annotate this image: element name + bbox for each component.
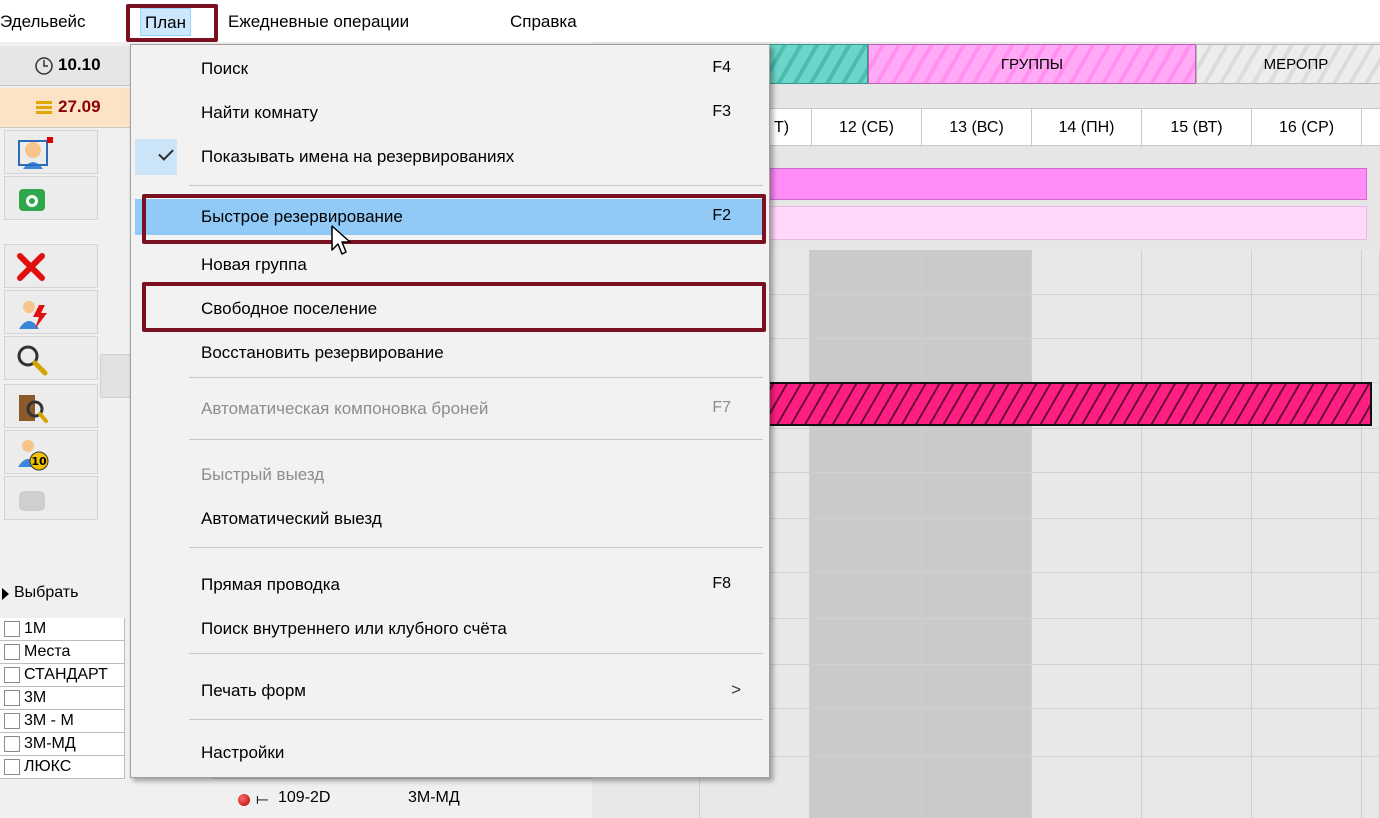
quick-action-button[interactable] [4, 290, 98, 334]
guest-button[interactable] [4, 130, 98, 174]
date-cell: 13 (ВС) [922, 109, 1032, 147]
guests-count-button[interactable]: 10 [4, 430, 98, 474]
menu-separator [189, 719, 763, 720]
menu-item-find-account[interactable]: Поиск внутреннего или клубного счёта [135, 611, 765, 647]
menu-separator [189, 439, 763, 440]
room-number: 109-2D [278, 789, 331, 806]
checkbox[interactable] [4, 644, 20, 660]
menu-daily-operations[interactable]: Ежедневные операции [224, 8, 413, 36]
checkbox[interactable] [4, 713, 20, 729]
cross-icon [17, 253, 45, 281]
menu-item-auto-compose[interactable]: Автоматическая компоновка броней F7 [135, 391, 765, 427]
door-search-button[interactable] [4, 384, 98, 428]
menu-item-show-names[interactable]: Показывать имена на резервированиях [135, 139, 765, 175]
grid-column-weekend [810, 250, 922, 818]
date-cell: 16 (СР) [1252, 109, 1362, 147]
room-type: 3М-МД [408, 789, 460, 806]
room-type-row[interactable]: Места [0, 641, 125, 664]
room-type-row[interactable]: ЛЮКС [0, 756, 125, 779]
mouse-pointer-icon [331, 225, 351, 255]
date-value: 27.09 [58, 97, 101, 116]
choose-label: Выбрать [14, 584, 79, 601]
phone-button[interactable] [4, 176, 98, 220]
chevron-right-icon: > [731, 680, 741, 699]
grid-column [1252, 250, 1362, 818]
search-icon [17, 345, 48, 376]
phone-disabled-icon [19, 491, 45, 511]
menu-item-new-group[interactable]: Новая группа [135, 247, 765, 283]
menu-separator [189, 653, 763, 654]
menu-separator [189, 377, 763, 378]
tab-groups[interactable]: ГРУППЫ [868, 44, 1196, 84]
menu-item-print-forms[interactable]: Печать форм > [135, 673, 765, 709]
menu-separator [189, 185, 763, 186]
room-type-row[interactable]: 1М [0, 618, 125, 641]
room-type-row[interactable]: 3М-МД [0, 733, 125, 756]
grid-column-weekend [922, 250, 1032, 818]
grid-column [1032, 250, 1142, 818]
checkbox[interactable] [4, 621, 20, 637]
clock-icon [35, 57, 53, 75]
room-row[interactable]: ⟝ 109-2D 3М-МД [212, 778, 592, 818]
plan-dropdown-menu: Поиск F4 Найти комнату F3 Показывать име… [130, 44, 770, 778]
grid-column [1142, 250, 1252, 818]
checkbox[interactable] [4, 667, 20, 683]
cancel-button[interactable] [4, 244, 98, 288]
menu-plan[interactable]: План [140, 8, 191, 36]
room-type-row[interactable]: 3М [0, 687, 125, 710]
checkbox[interactable] [4, 690, 20, 706]
menu-help[interactable]: Справка [506, 8, 581, 36]
person-lightning-icon [19, 301, 47, 329]
room-type-row[interactable]: 3М - М [0, 710, 125, 733]
svg-text:10: 10 [31, 455, 47, 468]
status-dot-icon [238, 794, 250, 806]
date-cell: 14 (ПН) [1032, 109, 1142, 147]
guest-icon [18, 137, 53, 169]
disabled-tool-button[interactable] [4, 476, 98, 520]
coins-icon [36, 101, 52, 114]
search-button[interactable] [4, 336, 98, 380]
triangle-right-icon [2, 588, 9, 600]
time-value: 10.10 [58, 55, 101, 74]
menu-item-quick-reservation[interactable]: Быстрое резервирование F2 [135, 199, 765, 235]
tab-events[interactable]: МЕРОПР [1196, 44, 1380, 84]
menu-item-free-settlement[interactable]: Свободное поселение [135, 291, 765, 327]
menu-separator [189, 547, 763, 548]
date-cell: 15 (ВТ) [1142, 109, 1252, 147]
menu-item-find-room[interactable]: Найти комнату F3 [135, 95, 765, 131]
menu-item-search[interactable]: Поиск F4 [135, 51, 765, 87]
menu-item-settings[interactable]: Настройки [135, 735, 765, 771]
door-search-icon [19, 395, 48, 423]
check-background [135, 139, 177, 175]
menu-item-auto-checkout[interactable]: Автоматический выезд [135, 501, 765, 537]
grid-column [1362, 250, 1380, 818]
date-cell: 12 (СБ) [812, 109, 922, 147]
room-type-row[interactable]: СТАНДАРТ [0, 664, 125, 687]
checkbox[interactable] [4, 736, 20, 752]
menu-item-direct-posting[interactable]: Прямая проводка F8 [135, 567, 765, 603]
person-ten-icon: 10 [18, 440, 49, 471]
checkbox[interactable] [4, 759, 20, 775]
menu-item-restore-reservation[interactable]: Восстановить резервирование [135, 335, 765, 371]
phone-icon [19, 189, 45, 211]
menubar: Эдельвейс План Ежедневные операции Справ… [0, 0, 1380, 42]
bed-icon: ⟝ [256, 790, 269, 808]
menu-item-quick-checkout[interactable]: Быстрый выезд [135, 457, 765, 493]
menu-edelweiss[interactable]: Эдельвейс [0, 8, 90, 36]
